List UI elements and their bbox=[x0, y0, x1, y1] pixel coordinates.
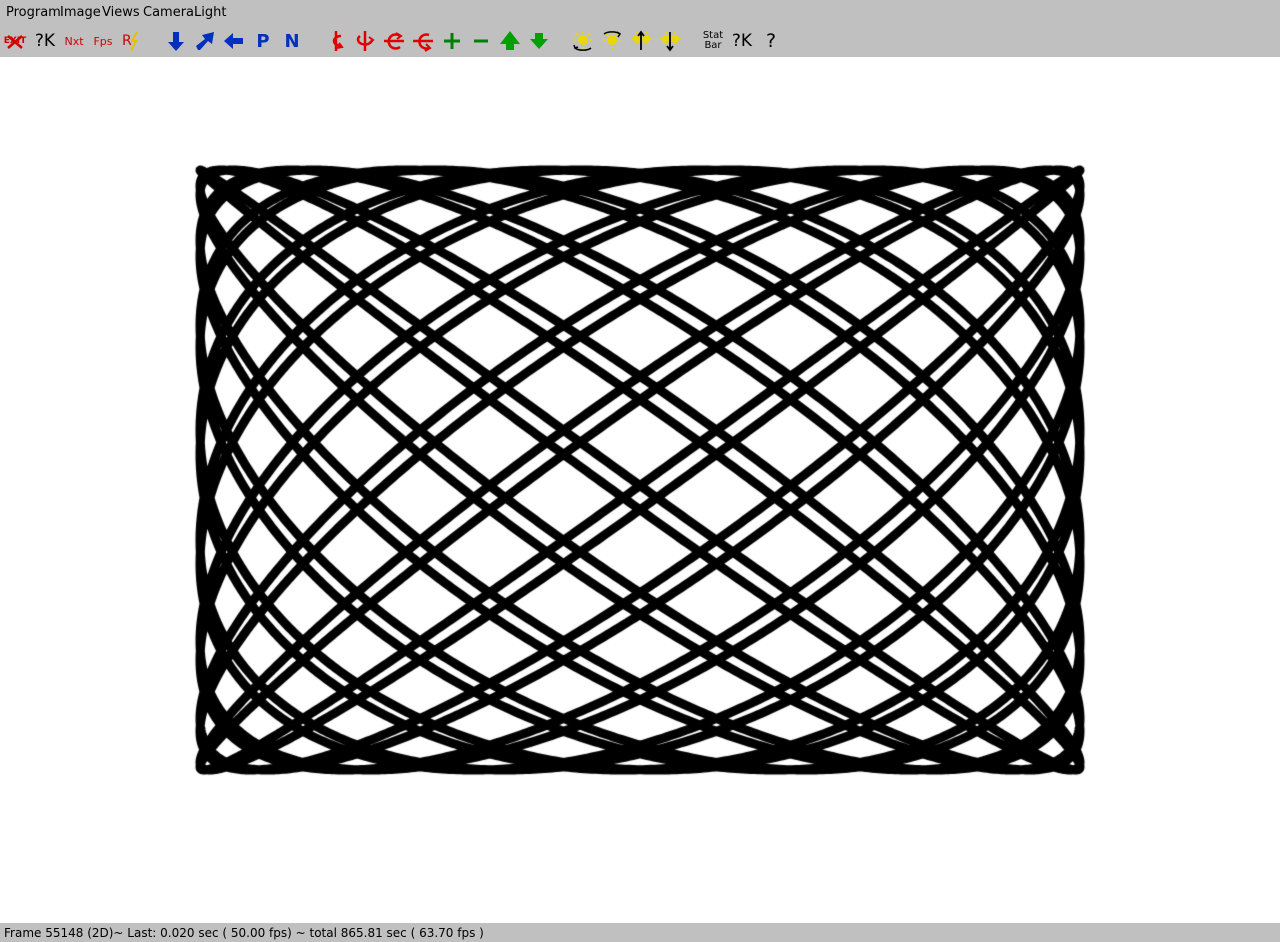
triangle-down-icon bbox=[530, 33, 548, 49]
triangle-up-icon bbox=[500, 31, 520, 50]
render-viewport[interactable] bbox=[0, 57, 1280, 923]
move-up-button[interactable] bbox=[497, 28, 523, 54]
lissajous-figure bbox=[0, 57, 1280, 923]
light-down-button[interactable] bbox=[657, 28, 683, 54]
ok-help-button[interactable]: ?K bbox=[32, 28, 58, 54]
menu-program[interactable]: Program bbox=[6, 5, 61, 21]
ok-help-icon: ?K bbox=[731, 30, 753, 51]
arrow-left-icon bbox=[224, 33, 243, 49]
status-text: Frame 55148 (2D)~ Last: 0.020 sec ( 50.0… bbox=[4, 926, 484, 940]
arrow-down-icon bbox=[168, 32, 184, 51]
fps-icon: Fps bbox=[93, 34, 113, 48]
stat-bar-icon: Stat Bar bbox=[702, 30, 724, 51]
plus-icon bbox=[444, 33, 460, 49]
move-down-green-button[interactable] bbox=[526, 28, 552, 54]
move-left-button[interactable] bbox=[221, 28, 247, 54]
rotate-x-down-icon bbox=[413, 33, 433, 52]
status-bar: Frame 55148 (2D)~ Last: 0.020 sec ( 50.0… bbox=[0, 923, 1280, 942]
zoom-out-button[interactable] bbox=[468, 28, 494, 54]
ok-help-button-2[interactable]: ?K bbox=[729, 28, 755, 54]
light-up-icon bbox=[631, 30, 652, 50]
rotate-y-right-icon bbox=[356, 31, 375, 51]
rotate-x-up-button[interactable] bbox=[381, 28, 407, 54]
minus-icon bbox=[474, 39, 488, 43]
menu-camera[interactable]: Camera bbox=[143, 5, 194, 21]
light-rotate-left-button[interactable] bbox=[570, 28, 596, 54]
light-up-button[interactable] bbox=[628, 28, 654, 54]
rotate-x-up-icon bbox=[384, 32, 404, 50]
arrow-up-right-icon bbox=[196, 32, 214, 50]
light-rotate-right-icon bbox=[603, 31, 622, 49]
reset-button[interactable]: R bbox=[119, 28, 145, 54]
n-icon: N bbox=[284, 30, 300, 52]
rotate-x-down-button[interactable] bbox=[410, 28, 436, 54]
move-diagonal-button[interactable] bbox=[192, 28, 218, 54]
question-icon: ? bbox=[765, 29, 777, 52]
light-rotate-left-icon bbox=[573, 31, 592, 51]
rotate-y-left-button[interactable] bbox=[323, 28, 349, 54]
light-rotate-right-button[interactable] bbox=[599, 28, 625, 54]
stat-bar-button[interactable]: Stat Bar bbox=[700, 28, 726, 54]
move-down-button[interactable] bbox=[163, 28, 189, 54]
menu-light[interactable]: Light bbox=[194, 5, 226, 21]
n-button[interactable]: N bbox=[279, 28, 305, 54]
menu-bar: Program Image Views Camera Light bbox=[0, 0, 1280, 25]
p-button[interactable]: P bbox=[250, 28, 276, 54]
help-button[interactable]: ? bbox=[758, 28, 784, 54]
exit-cross bbox=[7, 35, 23, 49]
next-button[interactable]: Nxt bbox=[61, 28, 87, 54]
exit-button[interactable]: EXIT bbox=[2, 28, 28, 54]
toolbar: EXIT ?K Nxt Fps R P N bbox=[0, 25, 1280, 57]
fps-button[interactable]: Fps bbox=[90, 28, 116, 54]
zoom-in-button[interactable] bbox=[439, 28, 465, 54]
p-icon: P bbox=[256, 30, 270, 52]
light-down-icon bbox=[660, 32, 681, 52]
ok-help-icon: ?K bbox=[34, 30, 56, 51]
menu-image[interactable]: Image bbox=[60, 5, 101, 21]
next-icon: Nxt bbox=[64, 34, 84, 48]
rotate-y-right-button[interactable] bbox=[352, 28, 378, 54]
rotate-y-left-icon bbox=[332, 31, 344, 51]
reset-bolt bbox=[130, 31, 138, 52]
menu-views[interactable]: Views bbox=[102, 5, 140, 21]
